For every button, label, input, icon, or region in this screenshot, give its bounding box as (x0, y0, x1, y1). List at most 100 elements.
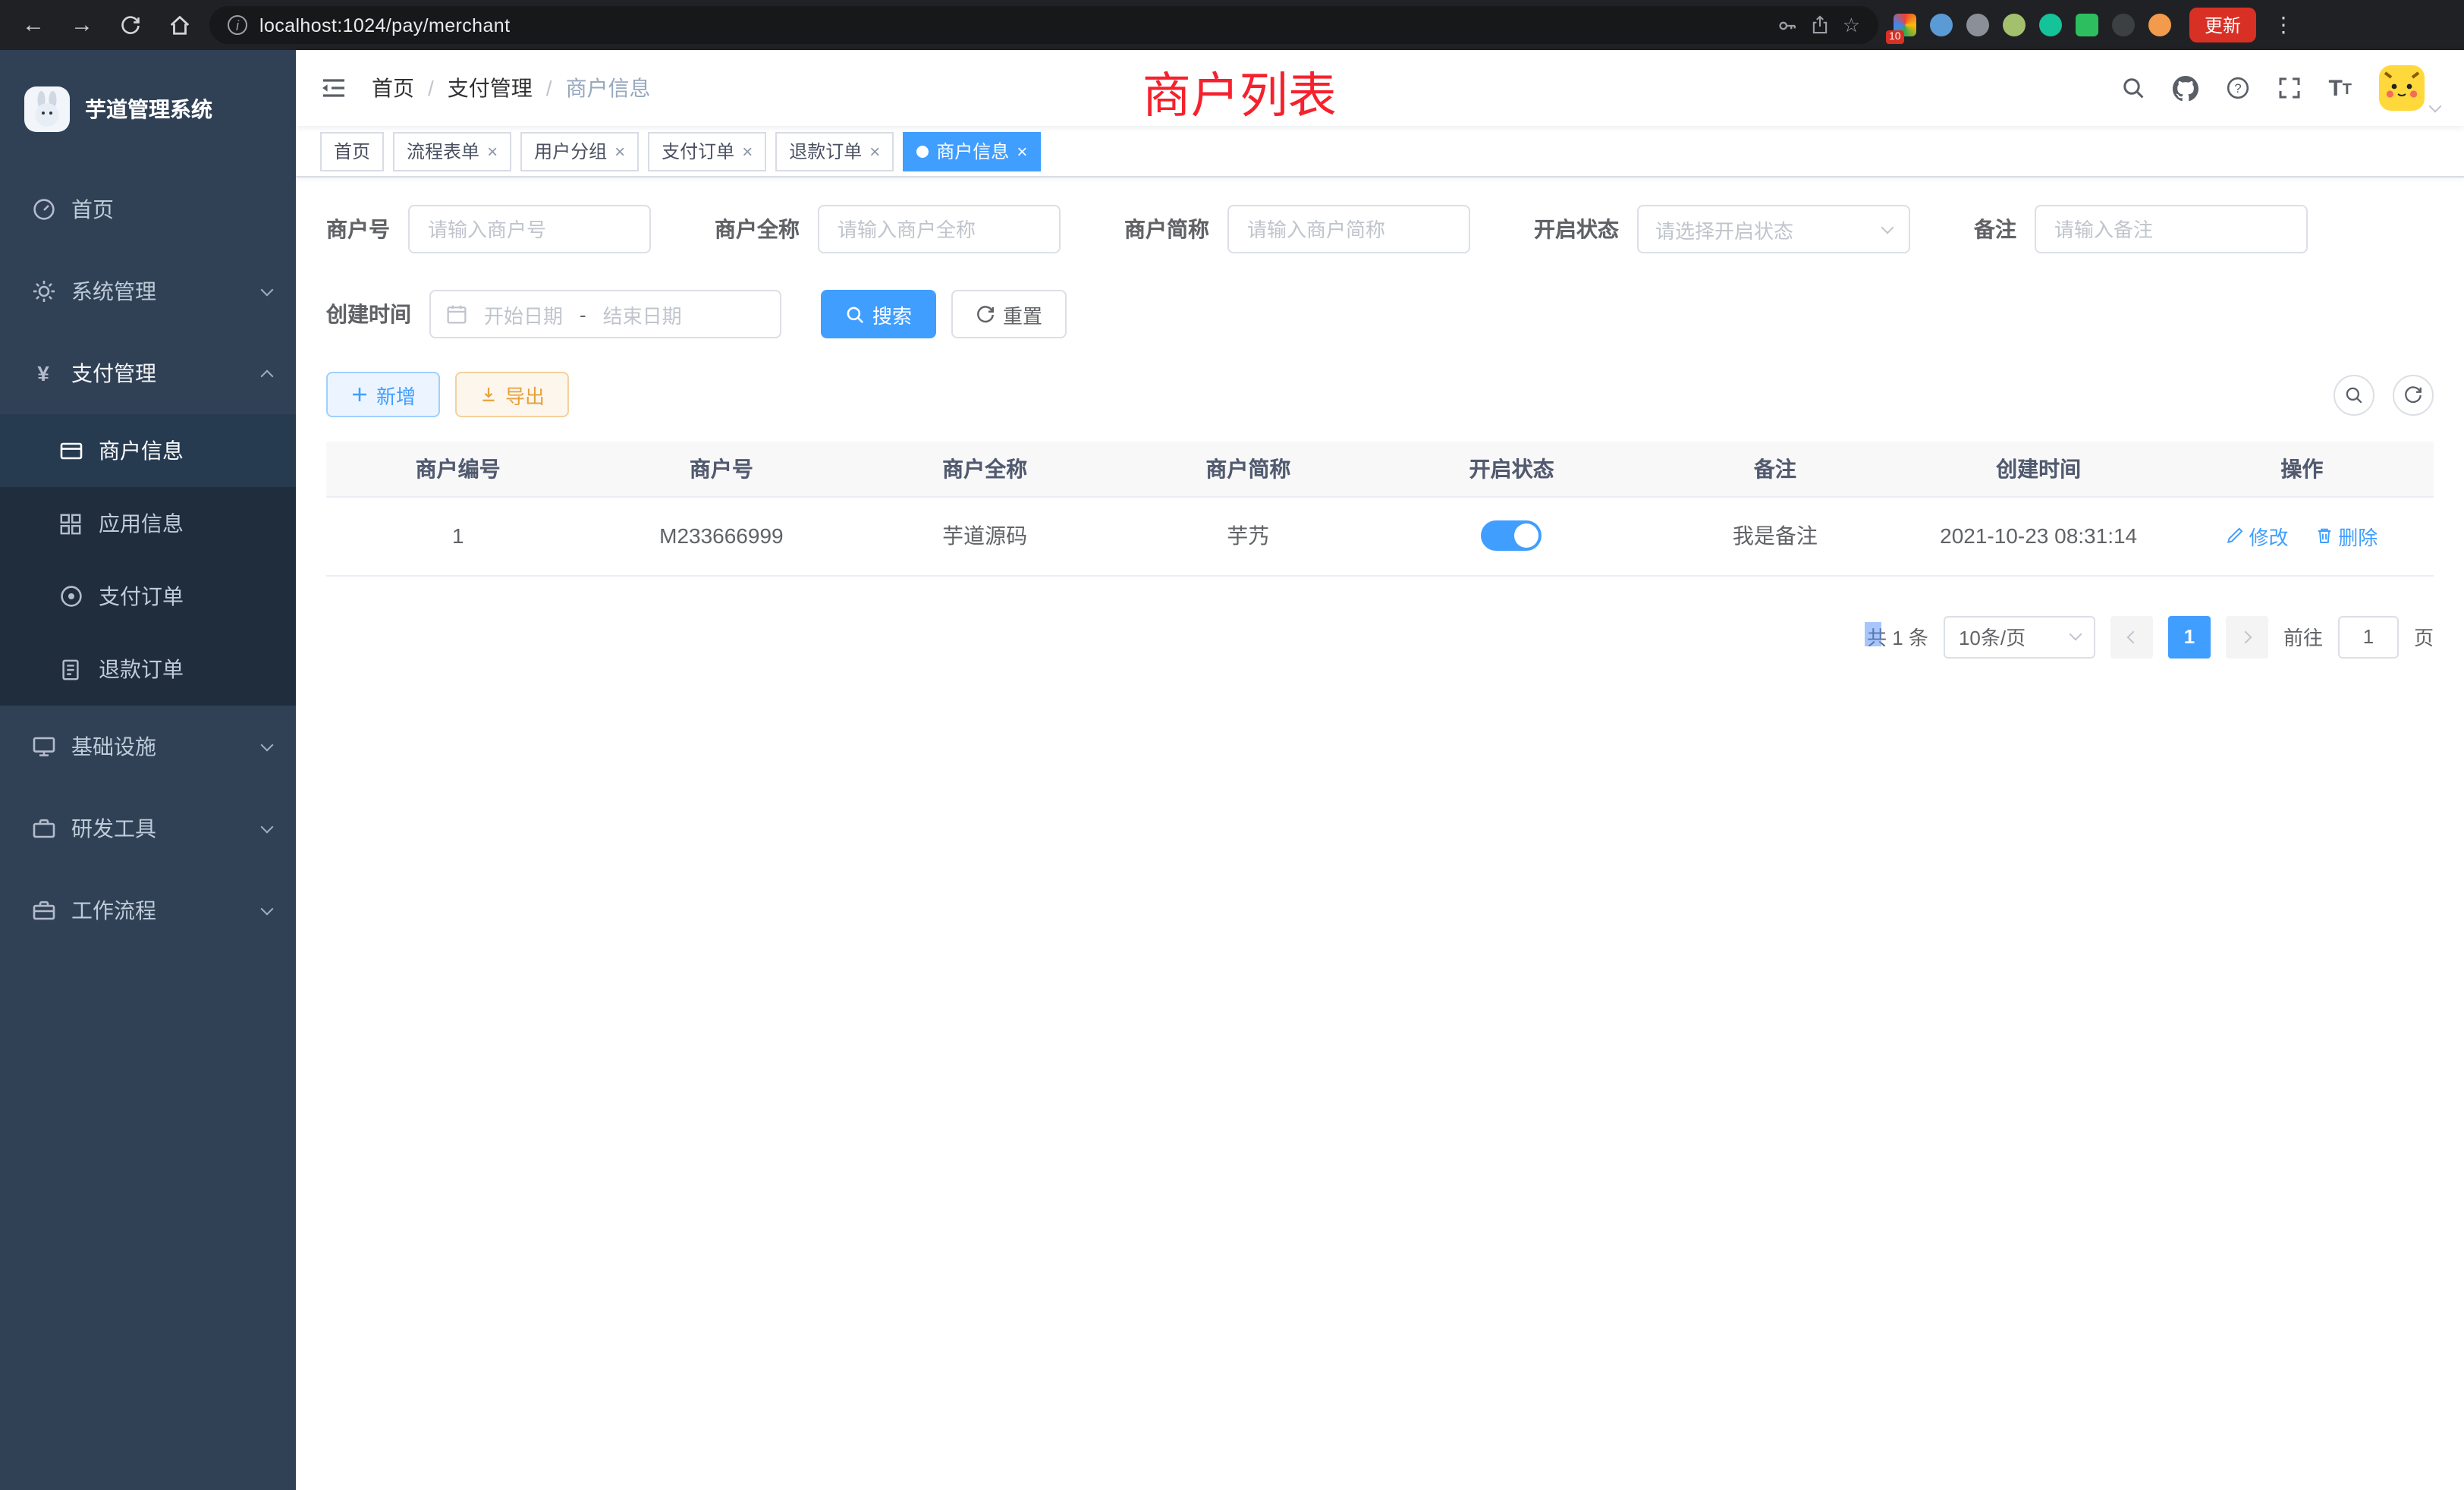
search-icon[interactable] (2120, 76, 2145, 100)
share-icon[interactable] (1811, 15, 1831, 35)
status-select[interactable]: 请选择开启状态 (1637, 205, 1910, 253)
browser-menu-icon[interactable]: ⋮ (2268, 12, 2299, 38)
export-button[interactable]: 导出 (455, 372, 569, 417)
top-navbar: 首页 / 支付管理 / 商户信息 ? (296, 50, 2464, 126)
close-icon[interactable]: × (742, 140, 753, 162)
close-icon[interactable]: × (614, 140, 625, 162)
full-name-input[interactable] (818, 205, 1061, 253)
edit-link[interactable]: 修改 (2226, 521, 2288, 550)
tab-process-form[interactable]: 流程表单 × (393, 131, 511, 171)
page-number-button[interactable]: 1 (2168, 615, 2211, 658)
tab-payment-order[interactable]: 支付订单 × (648, 131, 766, 171)
reset-button[interactable]: 重置 (951, 290, 1067, 338)
breadcrumb-payment[interactable]: 支付管理 (448, 73, 533, 103)
tab-label: 流程表单 (407, 138, 479, 164)
extension-icon[interactable] (1966, 14, 1989, 36)
browser-toolbar: ← → i localhost:1024/pay/merchant ☆ 10 (0, 0, 2464, 50)
sidebar-item-merchant-info[interactable]: 商户信息 (0, 414, 296, 487)
grid-icon (58, 512, 83, 535)
sidebar-item-label: 系统管理 (71, 276, 156, 306)
remark-input[interactable] (2035, 205, 2308, 253)
extension-icon[interactable] (2148, 14, 2171, 36)
extension-badge: 10 (1886, 30, 1904, 44)
address-bar[interactable]: i localhost:1024/pay/merchant ☆ (209, 6, 1878, 44)
cell-short-name: 芋艿 (1117, 496, 1380, 575)
card-icon (58, 439, 83, 463)
extension-icon[interactable] (2003, 14, 2026, 36)
app-title: 芋道管理系统 (85, 94, 212, 124)
merchant-no-input[interactable] (408, 205, 651, 253)
sidebar-item-app-info[interactable]: 应用信息 (0, 487, 296, 560)
add-button[interactable]: 新增 (326, 372, 440, 417)
short-name-input[interactable] (1227, 205, 1470, 253)
browser-update-button[interactable]: 更新 (2189, 8, 2256, 42)
extension-icon[interactable] (1930, 14, 1953, 36)
search-icon (845, 304, 865, 324)
tab-label: 用户分组 (534, 138, 607, 164)
sidebar-item-home[interactable]: 首页 (0, 168, 296, 250)
sidebar-item-workflow[interactable]: 工作流程 (0, 869, 296, 951)
browser-home-icon[interactable] (161, 7, 197, 43)
breadcrumb-current: 商户信息 (566, 73, 651, 103)
user-menu[interactable] (2379, 65, 2440, 111)
tab-home[interactable]: 首页 (320, 131, 384, 171)
prev-page-button[interactable] (2110, 615, 2153, 658)
show-search-button[interactable] (2334, 374, 2374, 415)
payment-submenu: 商户信息 应用信息 支付订单 (0, 414, 296, 706)
sidebar-item-refund-order[interactable]: 退款订单 (0, 633, 296, 706)
sidebar-item-system[interactable]: 系统管理 (0, 250, 296, 332)
status-toggle[interactable] (1482, 520, 1542, 551)
column-header: 商户全称 (853, 442, 1117, 496)
github-icon[interactable] (2172, 75, 2198, 101)
browser-reload-icon[interactable] (112, 7, 149, 43)
extension-icon[interactable] (2039, 14, 2062, 36)
extension-icon[interactable]: 10 (1894, 14, 1916, 36)
sidebar-item-label: 商户信息 (99, 435, 184, 466)
bookmark-star-icon[interactable]: ☆ (1843, 13, 1860, 37)
filter-row-1: 商户号 商户全称 商户简称 开启状态 请选择开启状态 (326, 205, 2434, 253)
column-header: 创建时间 (1907, 442, 2170, 496)
sidebar-item-label: 工作流程 (71, 895, 156, 926)
password-key-icon[interactable] (1777, 14, 1799, 36)
browser-back-icon[interactable]: ← (15, 7, 52, 43)
delete-link[interactable]: 删除 (2315, 521, 2378, 550)
search-button[interactable]: 搜索 (821, 290, 936, 338)
breadcrumb: 首页 / 支付管理 / 商户信息 (372, 73, 651, 103)
goto-page-input[interactable] (2338, 615, 2399, 658)
breadcrumb-home[interactable]: 首页 (372, 73, 414, 103)
font-size-icon[interactable]: TT (2328, 78, 2352, 98)
field-label: 备注 (1974, 214, 2016, 244)
main-area: 首页 / 支付管理 / 商户信息 ? (296, 50, 2464, 1490)
chevron-up-icon (261, 369, 274, 382)
close-icon[interactable]: × (869, 140, 880, 162)
sidebar-item-label: 退款订单 (99, 654, 184, 684)
close-icon[interactable]: × (487, 140, 498, 162)
sidebar-item-dev-tools[interactable]: 研发工具 (0, 787, 296, 869)
chevron-left-icon (2126, 630, 2139, 643)
chevron-down-icon (261, 902, 274, 915)
browser-forward-icon[interactable]: → (64, 7, 100, 43)
extension-icon[interactable] (2112, 14, 2135, 36)
page-size-select[interactable]: 10条/页 (1944, 615, 2095, 658)
fullscreen-icon[interactable] (2277, 76, 2301, 100)
extension-icon[interactable] (2076, 14, 2098, 36)
sidebar-item-payment[interactable]: ¥ 支付管理 (0, 332, 296, 414)
extensions-tray: 10 (1894, 14, 2171, 36)
next-page-button[interactable] (2226, 615, 2268, 658)
sidebar-item-infrastructure[interactable]: 基础设施 (0, 706, 296, 787)
tab-user-group[interactable]: 用户分组 × (520, 131, 639, 171)
refresh-table-button[interactable] (2393, 374, 2434, 415)
close-icon[interactable]: × (1017, 140, 1027, 162)
help-icon[interactable]: ? (2225, 76, 2249, 100)
cell-create-time: 2021-10-23 08:31:14 (1907, 496, 2170, 575)
chevron-down-icon (261, 738, 274, 751)
site-info-icon[interactable]: i (228, 15, 247, 35)
chevron-down-icon (261, 283, 274, 296)
sidebar-toggle-icon[interactable] (320, 74, 347, 102)
tab-merchant-info[interactable]: 商户信息 × (903, 131, 1041, 171)
sidebar-item-payment-order[interactable]: 支付订单 (0, 560, 296, 633)
tab-refund-order[interactable]: 退款订单 × (775, 131, 894, 171)
create-time-range-picker[interactable]: 开始日期 - 结束日期 (429, 290, 781, 338)
field-label: 商户简称 (1124, 214, 1209, 244)
refresh-icon (976, 304, 995, 324)
